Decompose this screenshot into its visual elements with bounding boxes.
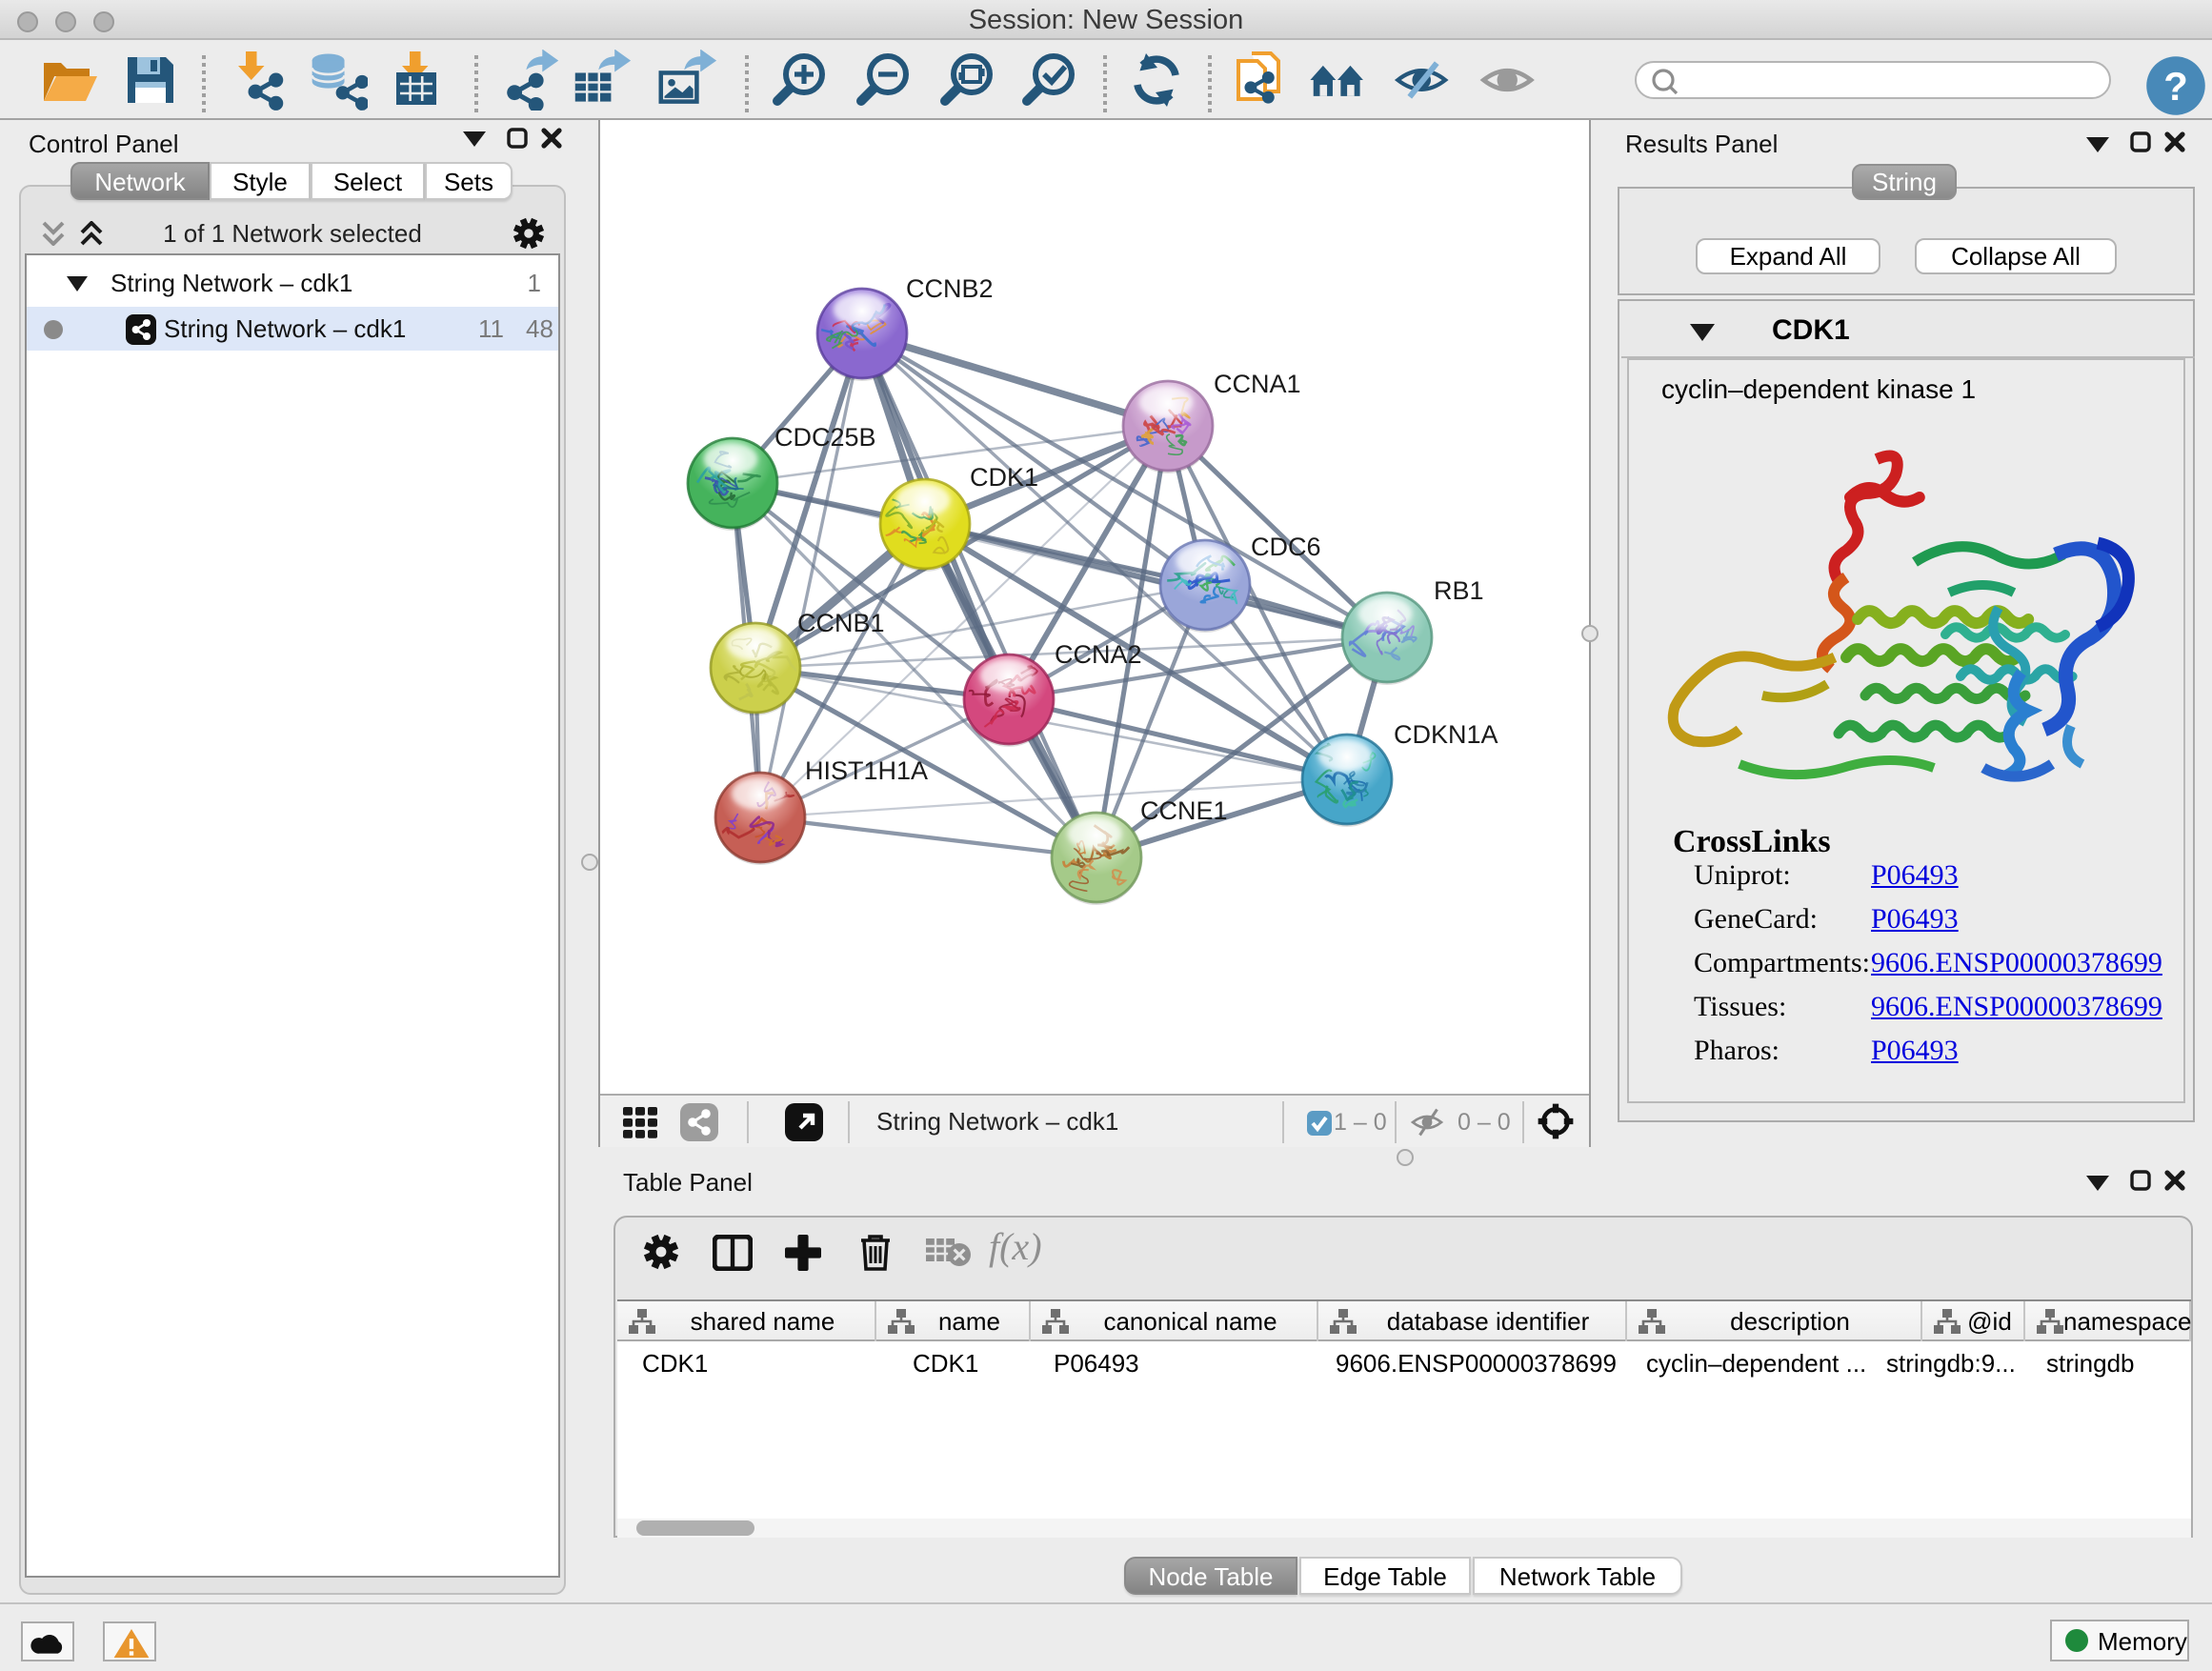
svg-text:CDC6: CDC6 xyxy=(1251,533,1321,561)
svg-text:CCNB1: CCNB1 xyxy=(797,609,885,637)
svg-text:?: ? xyxy=(2163,64,2188,109)
svg-text:CDC25B: CDC25B xyxy=(774,423,876,452)
svg-text:CCNA2: CCNA2 xyxy=(1055,640,1142,669)
svg-text:CCNE1: CCNE1 xyxy=(1140,796,1228,825)
svg-text:RB1: RB1 xyxy=(1434,576,1484,605)
svg-text:CCNB2: CCNB2 xyxy=(906,274,994,303)
svg-text:CCNA1: CCNA1 xyxy=(1214,370,1301,398)
svg-text:CDK1: CDK1 xyxy=(970,463,1038,492)
svg-text:CDKN1A: CDKN1A xyxy=(1394,720,1498,749)
svg-text:HIST1H1A: HIST1H1A xyxy=(805,756,928,785)
